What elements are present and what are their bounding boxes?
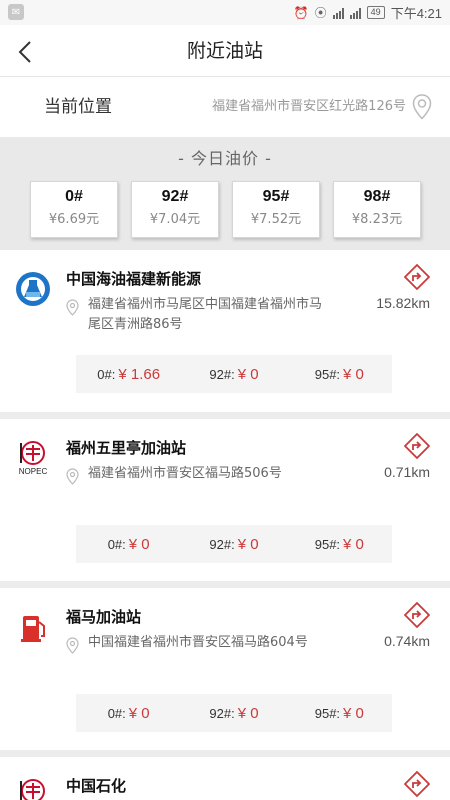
- price-value: ¥ 0: [343, 535, 364, 553]
- station-address: 中国福建省福州市晋安区福马路604号: [88, 635, 308, 650]
- current-location-row[interactable]: 当前位置 福建省福州市晋安区红光路126号: [0, 77, 450, 137]
- price-value: ¥ 0: [343, 365, 364, 383]
- price-value: ¥ 0: [237, 535, 259, 553]
- navigate-icon[interactable]: [404, 771, 430, 797]
- station-card[interactable]: NOPEC 福州五里亭加油站 福建省福州市晋安区福马路506号 0.71km 0…: [0, 419, 450, 581]
- station-price-92: 92#: ¥ 0: [181, 536, 286, 553]
- location-label: 当前位置: [44, 97, 112, 117]
- station-distance: 15.82km: [376, 295, 430, 311]
- price-value: ¥8.23元: [351, 212, 403, 227]
- station-price-95: 95#: ¥ 0: [287, 705, 392, 722]
- station-name: 中国石化: [66, 777, 127, 795]
- price-label: 92#:: [209, 366, 235, 382]
- price-grade: 92#: [161, 188, 189, 205]
- address-pin-icon: [66, 299, 79, 316]
- station-name: 中国海油福建新能源: [66, 270, 202, 288]
- station-address: 福建省福州市马尾区中国福建省福州市马尾区青洲路86号: [88, 297, 323, 332]
- station-prices: 0#: ¥ 0 92#: ¥ 0 95#: ¥ 0: [76, 525, 392, 563]
- notification-icon: ✉: [8, 4, 24, 20]
- navigate-icon[interactable]: [404, 602, 430, 628]
- price-label: 0#:: [97, 366, 116, 382]
- price-label: 0#:: [107, 536, 126, 552]
- vibrate-icon: ⦿: [314, 6, 327, 20]
- price-value: ¥6.69元: [48, 212, 100, 227]
- price-label: 95#:: [314, 705, 341, 721]
- sinopec-logo-icon: NOPEC: [19, 441, 48, 476]
- alarm-icon: ⏰: [293, 5, 309, 20]
- sinopec-logo-icon: [20, 779, 45, 800]
- price-card-92: 92# ¥7.04元: [131, 181, 219, 238]
- address-pin-icon: [66, 468, 79, 485]
- station-distance: 0.74km: [384, 633, 430, 649]
- location-address: 福建省福州市晋安区红光路126号: [212, 99, 406, 114]
- price-value: ¥ 0: [128, 535, 150, 553]
- station-name: 福州五里亭加油站: [66, 439, 187, 457]
- price-card-98: 98# ¥8.23元: [333, 181, 421, 238]
- status-icons: ⏰ ⦿ 49 下午4:21: [294, 3, 442, 22]
- station-price-92: 92#: ¥ 0: [181, 705, 286, 722]
- address-pin-icon: [66, 637, 79, 654]
- price-label: 0#:: [107, 705, 126, 721]
- price-value: ¥ 1.66: [118, 365, 161, 383]
- navigate-icon[interactable]: [404, 433, 430, 459]
- price-value: ¥7.52元: [250, 212, 302, 227]
- station-address: 福建省福州市晋安区福马路506号: [88, 466, 282, 481]
- station-prices: 0#: ¥ 0 92#: ¥ 0 95#: ¥ 0: [76, 694, 392, 732]
- station-distance: 0.71km: [384, 464, 430, 480]
- navigate-icon[interactable]: [404, 264, 430, 290]
- today-prices-panel: - 今日油价 - 0# ¥6.69元 92# ¥7.04元 95# ¥7.52元…: [0, 137, 450, 250]
- price-label: 95#:: [314, 366, 341, 382]
- header: 附近油站: [0, 25, 450, 77]
- fuel-pump-icon: [21, 616, 45, 642]
- station-name: 福马加油站: [66, 608, 142, 626]
- station-price-95: 95#: ¥ 0: [287, 366, 392, 383]
- price-value: ¥ 0: [128, 704, 150, 722]
- station-price-0: 0#: ¥ 1.66: [76, 366, 181, 383]
- status-bar: ✉ ⏰ ⦿ 49 下午4:21: [0, 0, 450, 25]
- price-label: 92#:: [209, 536, 235, 552]
- price-card-95: 95# ¥7.52元: [232, 181, 320, 238]
- today-prices-title: - 今日油价 -: [178, 149, 272, 168]
- price-grade: 0#: [65, 188, 83, 205]
- price-value: ¥ 0: [237, 704, 259, 722]
- price-value: ¥ 0: [343, 704, 364, 722]
- status-time: 下午4:21: [390, 6, 442, 21]
- station-price-0: 0#: ¥ 0: [76, 536, 181, 553]
- signal-icon-2: [349, 7, 361, 19]
- price-value: ¥7.04元: [149, 212, 201, 227]
- station-price-95: 95#: ¥ 0: [287, 536, 392, 553]
- signal-icon: [332, 7, 344, 19]
- cnooc-logo-icon: [16, 272, 50, 306]
- station-card[interactable]: 中国海油福建新能源 福建省福州市马尾区中国福建省福州市马尾区青洲路86号 15.…: [0, 250, 450, 412]
- price-label: 92#:: [209, 705, 235, 721]
- price-grade: 98#: [363, 188, 391, 205]
- station-price-92: 92#: ¥ 0: [181, 366, 286, 383]
- station-card[interactable]: 福马加油站 中国福建省福州市晋安区福马路604号 0.74km 0#: ¥ 0 9…: [0, 588, 450, 750]
- price-value: ¥ 0: [237, 365, 259, 383]
- price-label: 95#:: [314, 536, 341, 552]
- battery-icon: 49: [366, 6, 385, 19]
- price-grade: 95#: [262, 188, 290, 205]
- page-title: 附近油站: [186, 40, 263, 62]
- station-card[interactable]: 中国石化: [0, 757, 450, 800]
- svg-text:NOPEC: NOPEC: [19, 467, 48, 476]
- station-prices: 0#: ¥ 1.66 92#: ¥ 0 95#: ¥ 0: [76, 355, 392, 393]
- price-card-0: 0# ¥6.69元: [30, 181, 118, 238]
- station-price-0: 0#: ¥ 0: [76, 705, 181, 722]
- location-pin-icon: [412, 94, 432, 120]
